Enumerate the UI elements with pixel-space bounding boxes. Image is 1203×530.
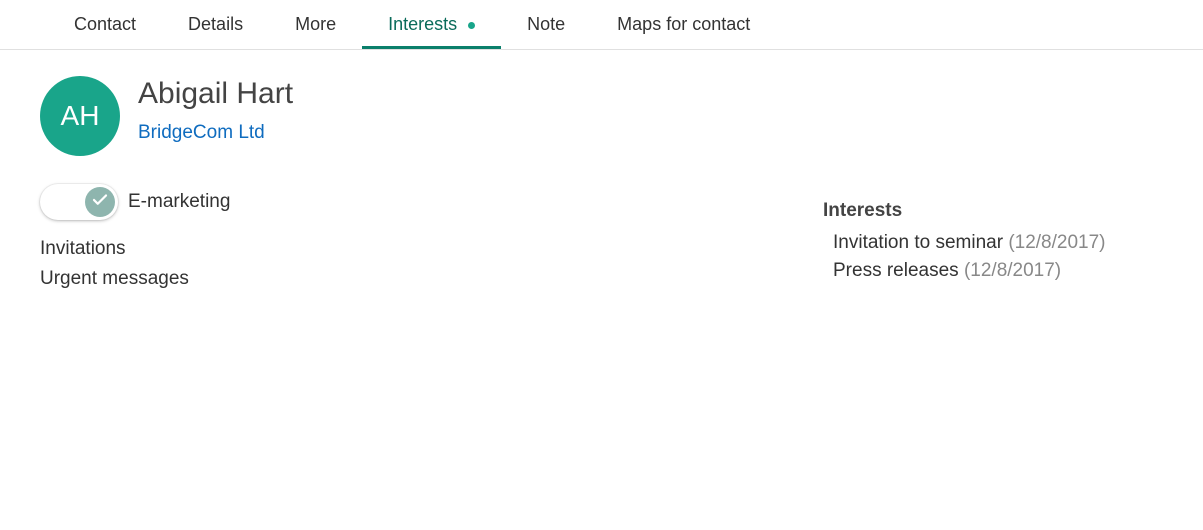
interest-label: Press releases <box>833 260 959 281</box>
emarketing-toggle[interactable] <box>40 184 118 220</box>
name-block: Abigail Hart BridgeCom Ltd <box>138 74 293 144</box>
left-column: AH Abigail Hart BridgeCom Ltd E-marketin… <box>40 74 600 298</box>
interest-date: (12/8/2017) <box>964 260 1061 281</box>
subscription-urgent[interactable]: Urgent messages <box>40 268 600 290</box>
subscription-invitations[interactable]: Invitations <box>40 238 600 260</box>
tab-details[interactable]: Details <box>162 0 269 49</box>
company-link[interactable]: BridgeCom Ltd <box>138 122 265 144</box>
interest-item[interactable]: Press releases (12/8/2017) <box>823 260 1163 282</box>
interests-title: Interests <box>823 200 1163 222</box>
tab-bar: Contact Details More Interests Note Maps… <box>0 0 1203 50</box>
right-column: Interests Invitation to seminar (12/8/20… <box>823 74 1163 288</box>
interest-date: (12/8/2017) <box>1008 232 1105 253</box>
contact-header: AH Abigail Hart BridgeCom Ltd <box>40 74 600 156</box>
tab-interests-label: Interests <box>388 14 457 34</box>
subscription-emarketing-row: E-marketing <box>40 184 600 220</box>
tab-maps[interactable]: Maps for contact <box>591 0 776 49</box>
indicator-dot-icon <box>468 22 475 29</box>
tab-interests[interactable]: Interests <box>362 0 501 49</box>
content-area: AH Abigail Hart BridgeCom Ltd E-marketin… <box>0 50 1203 322</box>
tab-more[interactable]: More <box>269 0 362 49</box>
toggle-knob <box>85 187 115 217</box>
emarketing-label: E-marketing <box>128 191 230 213</box>
subscription-list: E-marketing Invitations Urgent messages <box>40 184 600 290</box>
check-icon <box>91 191 109 214</box>
interest-item[interactable]: Invitation to seminar (12/8/2017) <box>823 232 1163 254</box>
interest-label: Invitation to seminar <box>833 232 1003 253</box>
contact-name: Abigail Hart <box>138 76 293 112</box>
tab-note[interactable]: Note <box>501 0 591 49</box>
avatar: AH <box>40 76 120 156</box>
tab-contact[interactable]: Contact <box>48 0 162 49</box>
